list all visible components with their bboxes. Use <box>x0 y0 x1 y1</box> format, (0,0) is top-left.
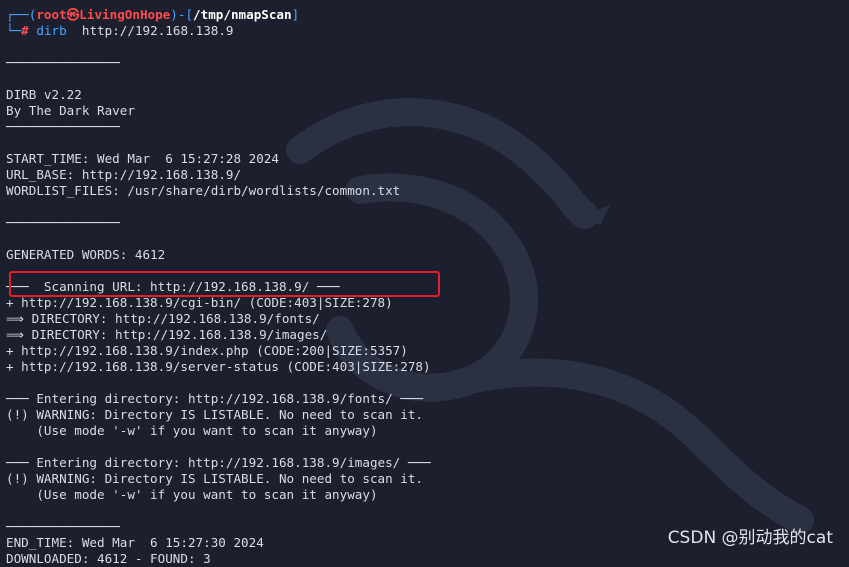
output-line: ─────────────── <box>6 119 120 134</box>
prompt-at-icon: ㉿ <box>66 7 80 22</box>
output-line: START_TIME: Wed Mar 6 15:27:28 2024 <box>6 151 279 166</box>
output-line: ─────────────── <box>6 519 120 534</box>
prompt-user: root <box>36 7 67 22</box>
output-line: ─────────────── <box>6 215 120 230</box>
output-line: DIRB v2.22 <box>6 87 82 102</box>
output-line: (Use mode '-w' if you want to scan it an… <box>6 487 378 502</box>
prompt-corner: ┌──( <box>6 7 37 22</box>
output-line: WORDLIST_FILES: /usr/share/dirb/wordlist… <box>6 183 401 198</box>
output-line: + http://192.168.138.9/server-status (CO… <box>6 359 431 374</box>
output-line: ⟹ DIRECTORY: http://192.168.138.9/fonts/ <box>6 311 320 326</box>
output-line: ─────────────── <box>6 55 120 70</box>
highlight-box <box>9 271 440 297</box>
output-line: (!) WARNING: Directory IS LISTABLE. No n… <box>6 407 424 422</box>
output-line: DOWNLOADED: 4612 - FOUND: 3 <box>6 551 211 566</box>
prompt-path: /tmp/nmapScan <box>193 7 292 22</box>
output-line: By The Dark Raver <box>6 103 135 118</box>
csdn-watermark: CSDN @别动我的cat <box>667 528 833 548</box>
prompt-path-close: ] <box>291 7 300 22</box>
prompt-corner-bottom: └─ <box>6 23 22 38</box>
output-line: URL_BASE: http://192.168.138.9/ <box>6 167 242 182</box>
output-line: GENERATED WORDS: 4612 <box>6 247 166 262</box>
output-line: ─── Entering directory: http://192.168.1… <box>6 455 431 470</box>
prompt-path-open: )-[ <box>170 7 194 22</box>
command-argument: http://192.168.138.9 <box>81 23 234 38</box>
output-line: ⟹ DIRECTORY: http://192.168.138.9/images… <box>6 327 328 342</box>
output-line: END_TIME: Wed Mar 6 15:27:30 2024 <box>6 535 264 550</box>
output-line: ─── Entering directory: http://192.168.1… <box>6 391 424 406</box>
prompt-host: LivingOnHope <box>79 7 171 22</box>
output-line: + http://192.168.138.9/cgi-bin/ (CODE:40… <box>6 295 393 310</box>
output-line: (!) WARNING: Directory IS LISTABLE. No n… <box>6 471 424 486</box>
prompt-line-2: └─# dirb http://192.168.138.9 <box>6 23 234 39</box>
command-name: dirb <box>36 23 67 38</box>
output-line: + http://192.168.138.9/index.php (CODE:2… <box>6 343 408 358</box>
output-line: (Use mode '-w' if you want to scan it an… <box>6 423 378 438</box>
prompt-line-1: ┌──(root㉿LivingOnHope)-[/tmp/nmapScan] <box>6 7 299 23</box>
prompt-hash: # <box>21 23 29 38</box>
